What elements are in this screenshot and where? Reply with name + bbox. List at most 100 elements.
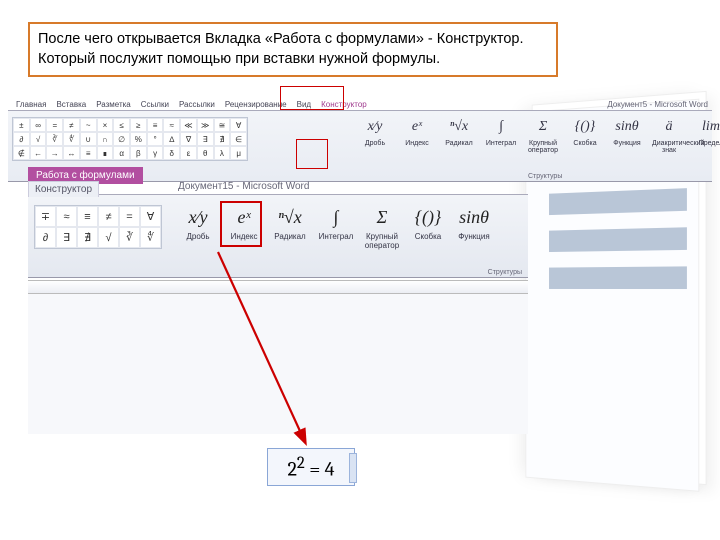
structure-button[interactable]: ⁿ√xРадикал xyxy=(442,115,476,154)
structure-button[interactable]: eˣИндекс xyxy=(400,115,434,154)
tab-constructor-large[interactable]: Конструктор xyxy=(28,181,99,197)
symbol-cell[interactable]: √ xyxy=(98,227,119,248)
symbol-cell[interactable]: ∃ xyxy=(197,132,214,146)
symbol-cell[interactable]: ∃ xyxy=(56,227,77,248)
symbol-cell[interactable]: ∓ xyxy=(35,206,56,227)
symbol-cell[interactable]: → xyxy=(46,146,63,160)
symbol-cell[interactable]: μ xyxy=(230,146,247,160)
symbol-cell[interactable]: ≠ xyxy=(98,206,119,227)
tab[interactable]: Вид xyxy=(293,98,315,111)
symbol-cell[interactable]: ∩ xyxy=(97,132,114,146)
symbol-cell[interactable]: ≪ xyxy=(180,118,197,132)
structure-icon: ⁿ√x xyxy=(273,203,307,231)
tab-constructor[interactable]: Конструктор xyxy=(317,98,371,111)
structure-button[interactable]: sinθФункция xyxy=(610,115,644,154)
symbol-cell[interactable]: ∆ xyxy=(163,132,180,146)
tab[interactable]: Рецензирование xyxy=(221,98,291,111)
structure-button[interactable]: {()} Скобка xyxy=(568,115,602,154)
symbol-cell[interactable]: ↔ xyxy=(63,146,80,160)
symbol-cell[interactable]: δ xyxy=(163,146,180,160)
symbol-cell[interactable]: ∄ xyxy=(77,227,98,248)
symbol-cell[interactable]: × xyxy=(97,118,114,132)
symbol-cell[interactable]: ∉ xyxy=(13,146,30,160)
symbol-cell[interactable]: θ xyxy=(197,146,214,160)
ribbon-tabs: Главная Вставка Разметка Ссылки Рассылки… xyxy=(8,94,712,111)
structure-label: Радикал xyxy=(270,232,310,241)
tab[interactable]: Разметка xyxy=(92,98,135,111)
symbol-cell[interactable]: ∜ xyxy=(140,227,161,248)
symbol-cell[interactable]: ≡ xyxy=(147,118,164,132)
symbol-cell[interactable]: ε xyxy=(180,146,197,160)
symbol-cell[interactable]: = xyxy=(119,206,140,227)
symbol-cell[interactable]: β xyxy=(130,146,147,160)
symbol-cell[interactable]: ∄ xyxy=(214,132,231,146)
symbol-cell[interactable]: % xyxy=(130,132,147,146)
symbol-cell[interactable]: ∛ xyxy=(119,227,140,248)
symbol-grid-large[interactable]: ∓≈≡≠=∀ ∂∃∄√∛∜ xyxy=(34,205,162,249)
structure-label: Дробь xyxy=(178,232,218,241)
symbol-cell[interactable]: ≈ xyxy=(56,206,77,227)
symbol-cell[interactable]: ≡ xyxy=(80,146,97,160)
structure-button[interactable]: ⁿ√xРадикал xyxy=(270,203,310,250)
symbol-cell[interactable]: ≥ xyxy=(130,118,147,132)
window-title-large: Документ15 - Microsoft Word xyxy=(178,181,309,192)
symbol-cell[interactable]: ∀ xyxy=(140,206,161,227)
structure-label: Дробь xyxy=(358,140,392,147)
tab[interactable]: Рассылки xyxy=(175,98,219,111)
symbol-cell[interactable]: γ xyxy=(147,146,164,160)
symbol-cell[interactable]: ∀ xyxy=(230,118,247,132)
symbol-cell[interactable]: ∛ xyxy=(46,132,63,146)
symbol-grid-small[interactable]: ±∞=≠~×≤≥≡≈≪≫≅∀∂√∛∜∪∩∅%°∆∇∃∄∈∉←→↔≡∎αβγδεθ… xyxy=(12,117,248,161)
equation-dropdown-handle[interactable] xyxy=(349,453,357,483)
symbol-cell[interactable]: ∪ xyxy=(80,132,97,146)
symbol-cell[interactable]: ° xyxy=(147,132,164,146)
symbol-cell[interactable]: ∞ xyxy=(30,118,47,132)
structure-button[interactable]: limПредел xyxy=(694,115,720,154)
symbol-cell[interactable]: λ xyxy=(214,146,231,160)
structure-icon: sinθ xyxy=(613,115,641,139)
symbol-cell[interactable]: ∜ xyxy=(63,132,80,146)
structure-icon: ⁿ√x xyxy=(445,115,473,139)
structure-label: Предел xyxy=(694,140,720,147)
structure-button[interactable]: eˣИндекс xyxy=(224,203,264,250)
structure-button[interactable]: äДиакритический знак xyxy=(652,115,686,154)
symbol-cell[interactable]: ± xyxy=(13,118,30,132)
structure-button[interactable]: ΣКрупный оператор xyxy=(362,203,402,250)
structure-button[interactable]: sinθФункция xyxy=(454,203,494,250)
symbol-cell[interactable]: ≠ xyxy=(63,118,80,132)
symbol-cell[interactable]: ≅ xyxy=(214,118,231,132)
symbol-cell[interactable]: α xyxy=(113,146,130,160)
structure-button[interactable]: ΣКрупный оператор xyxy=(526,115,560,154)
structure-button[interactable]: ∫Интеграл xyxy=(316,203,356,250)
equation-text: 22 = 4 xyxy=(287,454,334,481)
structure-icon: {()} xyxy=(411,203,445,231)
structure-icon: lim xyxy=(697,115,720,139)
structure-icon: ∫ xyxy=(319,203,353,231)
symbol-cell[interactable]: ~ xyxy=(80,118,97,132)
structure-button[interactable]: x⁄yДробь xyxy=(178,203,218,250)
document-area[interactable] xyxy=(28,294,528,434)
tab[interactable]: Главная xyxy=(12,98,50,111)
symbol-cell[interactable]: ∅ xyxy=(113,132,130,146)
structure-button[interactable]: {()}Скобка xyxy=(408,203,448,250)
tab[interactable]: Ссылки xyxy=(137,98,173,111)
equation-result-box[interactable]: 22 = 4 xyxy=(267,448,355,486)
symbol-cell[interactable]: ≈ xyxy=(163,118,180,132)
symbol-cell[interactable]: ∎ xyxy=(97,146,114,160)
symbol-cell[interactable]: ∂ xyxy=(13,132,30,146)
symbol-cell[interactable]: ∈ xyxy=(230,132,247,146)
structure-button[interactable]: x⁄yДробь xyxy=(358,115,392,154)
structure-icon: eˣ xyxy=(403,115,431,139)
symbol-cell[interactable]: ∂ xyxy=(35,227,56,248)
symbol-cell[interactable]: √ xyxy=(30,132,47,146)
structure-button[interactable]: ∫Интеграл xyxy=(484,115,518,154)
tab[interactable]: Вставка xyxy=(52,98,90,111)
structure-icon: ä xyxy=(655,115,683,139)
symbol-cell[interactable]: ≤ xyxy=(113,118,130,132)
symbol-cell[interactable]: ← xyxy=(30,146,47,160)
symbol-cell[interactable]: ≡ xyxy=(77,206,98,227)
symbol-cell[interactable]: ∇ xyxy=(180,132,197,146)
symbol-cell[interactable]: ≫ xyxy=(197,118,214,132)
symbol-cell[interactable]: = xyxy=(46,118,63,132)
word-ribbon-large: Работа с формулами Конструктор Документ1… xyxy=(28,194,528,278)
